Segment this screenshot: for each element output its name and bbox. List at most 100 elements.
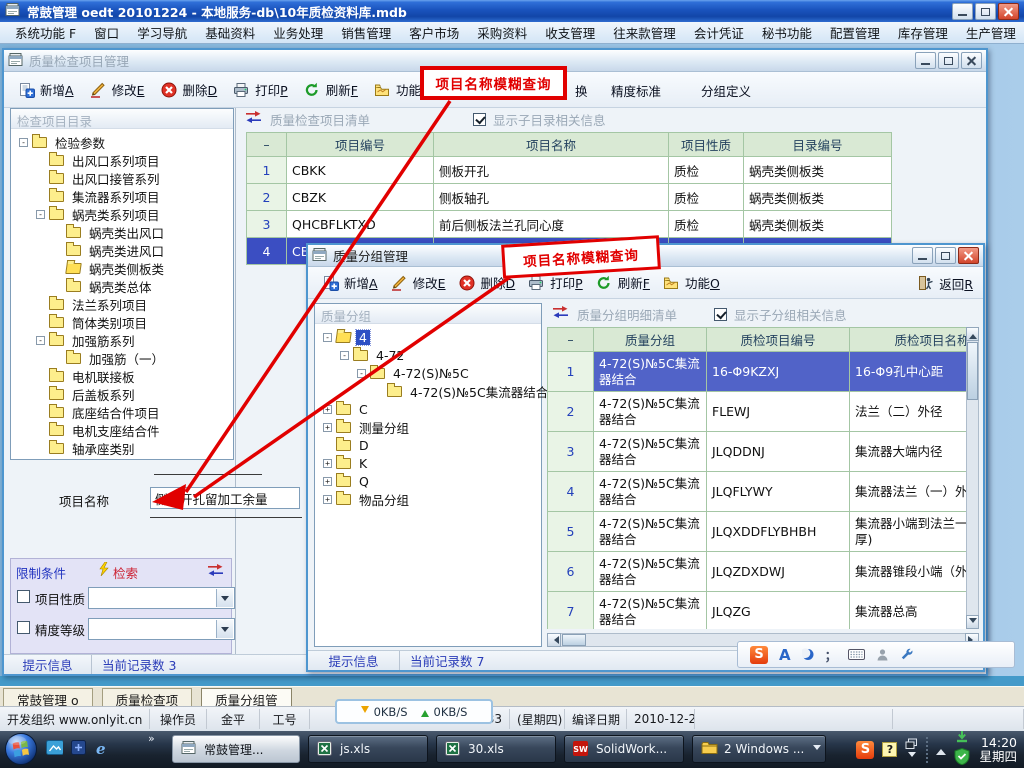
tree-item[interactable]: 轴承座类别 <box>15 439 233 457</box>
collapse-toggle[interactable]: - <box>36 210 45 219</box>
tree-item[interactable]: 4-72(S)№5C集流器结合 <box>319 382 541 400</box>
expand-toggle[interactable]: + <box>323 495 332 504</box>
column-header[interactable]: 质量分组 <box>594 328 707 352</box>
taskbar-button[interactable]: 2 Windows ... <box>692 735 826 763</box>
cell[interactable]: 4-72(S)№5C集流器结合 <box>594 472 707 512</box>
row-number-cell[interactable]: 3 <box>247 211 287 238</box>
swap-arrows-icon[interactable] <box>246 111 263 127</box>
cell[interactable]: 蜗壳类侧板类 <box>744 157 892 184</box>
cell[interactable]: JLQZDXDWJ <box>707 552 850 592</box>
win2-close-button[interactable] <box>958 247 979 264</box>
tree-item[interactable]: 加强筋（一） <box>15 349 233 367</box>
tree-item[interactable]: +Q <box>319 472 541 490</box>
collapse-toggle[interactable]: - <box>19 138 28 147</box>
column-header[interactable]: 项目名称 <box>434 133 669 157</box>
toolbar-refresh-button[interactable]: 刷新F <box>596 273 650 292</box>
tab-1[interactable]: 换 <box>575 81 588 100</box>
ime-sogou-icon[interactable]: S <box>750 646 768 664</box>
ie-icon[interactable]: e <box>96 740 113 756</box>
cell[interactable]: 质检 <box>669 184 744 211</box>
ime-keyboard-icon[interactable] <box>848 649 865 660</box>
column-header[interactable]: – <box>247 133 287 157</box>
minimize-button[interactable] <box>952 3 973 20</box>
cell[interactable]: 集流器总高 <box>850 592 967 630</box>
cell[interactable]: CBZK <box>287 184 434 211</box>
ime-wrench-icon[interactable] <box>900 648 913 661</box>
win2-title-bar[interactable]: 质量分组管理 <box>308 245 983 267</box>
tree-item[interactable]: 后盖板系列 <box>15 385 233 403</box>
dropdown-arrow[interactable] <box>216 620 233 638</box>
column-header[interactable]: 目录编号 <box>744 133 892 157</box>
swap-arrows-icon[interactable] <box>208 564 225 580</box>
toolbar-edit-button[interactable]: 修改E <box>90 80 145 99</box>
filter-dropdown[interactable] <box>88 587 235 609</box>
row-number-cell[interactable]: 3 <box>548 432 594 472</box>
cell[interactable]: 蜗壳类侧板类 <box>744 184 892 211</box>
tree-item[interactable]: +物品分组 <box>319 490 541 508</box>
menu-item[interactable]: 客户市场 <box>400 21 468 44</box>
update-icon[interactable] <box>956 731 968 746</box>
toolbar-del-button[interactable]: 删除D <box>459 273 516 292</box>
tree-item[interactable]: -4 <box>319 328 541 346</box>
toolbar-add-button[interactable]: 新增A <box>322 273 378 292</box>
filter-dropdown[interactable] <box>88 618 235 640</box>
toolbar-del-button[interactable]: 删除D <box>161 80 218 99</box>
toolbar-func-button[interactable]: 功能O <box>663 273 720 292</box>
tree-item[interactable]: -蜗壳类系列项目 <box>15 205 233 223</box>
return-button[interactable]: 返回R <box>918 267 973 299</box>
cell[interactable]: 前后侧板法兰孔同心度 <box>434 211 669 238</box>
tree-item[interactable]: 法兰系列项目 <box>15 295 233 313</box>
window-tab-3[interactable]: 质量分组管 <box>201 688 292 706</box>
collapse-toggle[interactable]: - <box>340 351 349 360</box>
tree-item[interactable]: -加强筋系列 <box>15 331 233 349</box>
window-tab-2[interactable]: 质量检查项 <box>102 688 193 706</box>
tree-item[interactable]: +K <box>319 454 541 472</box>
quick-launch-icon[interactable] <box>46 740 63 756</box>
table-row[interactable]: 1CBKK侧板开孔质检蜗壳类侧板类 <box>247 157 892 184</box>
antivirus-shield-icon[interactable] <box>954 748 970 768</box>
cell[interactable]: FLEWJ <box>707 392 850 432</box>
table-row[interactable]: 44-72(S)№5C集流器结合JLQFLYWY集流器法兰（一）外圆 <box>548 472 967 512</box>
taskbar-button[interactable]: SWSolidWork... <box>564 735 684 763</box>
quick-launch-overflow[interactable]: » <box>148 732 155 745</box>
row-number-cell[interactable]: 2 <box>247 184 287 211</box>
menu-item[interactable]: 学习导航 <box>128 21 196 44</box>
filter-checkbox[interactable] <box>17 590 30 603</box>
tree-item[interactable]: +测量分组 <box>319 418 541 436</box>
toolbar-refresh-button[interactable]: 刷新F <box>304 80 358 99</box>
cell[interactable]: 质检 <box>669 157 744 184</box>
cell[interactable]: JLQZG <box>707 592 850 630</box>
expand-toggle[interactable]: + <box>323 477 332 486</box>
show-hidden-icons-arrow[interactable] <box>936 744 946 755</box>
cell[interactable]: JLQDDNJ <box>707 432 850 472</box>
row-number-cell[interactable]: 4 <box>548 472 594 512</box>
win2-restore-button[interactable] <box>935 247 956 264</box>
cell[interactable]: 集流器法兰（一）外圆 <box>850 472 967 512</box>
sogou-tray-icon[interactable]: S <box>856 741 874 759</box>
ime-letterA-icon[interactable]: A <box>779 646 791 664</box>
cell[interactable]: JLQXDDFLYBHBH <box>707 512 850 552</box>
taskbar-button[interactable]: 30.xls <box>436 735 556 763</box>
cell[interactable]: 集流器大端内径 <box>850 432 967 472</box>
tree-item[interactable]: 电机支座结合件 <box>15 421 233 439</box>
quick-launch-icon[interactable] <box>71 740 88 756</box>
menu-item[interactable]: 生产管理 <box>957 21 1024 44</box>
toolbar-func-button[interactable]: 功能O <box>374 80 431 99</box>
tree-item[interactable]: -检验参数 <box>15 133 233 151</box>
menu-item[interactable]: 配置管理 <box>821 21 889 44</box>
table-row[interactable]: 3QHCBFLKTXD前后侧板法兰孔同心度质检蜗壳类侧板类 <box>247 211 892 238</box>
table-row[interactable]: 24-72(S)№5C集流器结合FLEWJ法兰（二）外径 <box>548 392 967 432</box>
cell[interactable]: 4-72(S)№5C集流器结合 <box>594 352 707 392</box>
column-header[interactable]: 项目编号 <box>287 133 434 157</box>
column-header[interactable]: 质检项目编号 <box>707 328 850 352</box>
tab-2[interactable]: 精度标准 <box>611 81 661 100</box>
collapse-toggle[interactable]: - <box>36 336 45 345</box>
tree-item[interactable]: +C <box>319 400 541 418</box>
column-header[interactable]: – <box>548 328 594 352</box>
cell[interactable]: JLQFLYWY <box>707 472 850 512</box>
table-row[interactable]: 14-72(S)№5C集流器结合16-Φ9KZXJ16-Φ9孔中心距 <box>548 352 967 392</box>
tray-dropdown-icon[interactable] <box>908 752 916 761</box>
table-row[interactable]: 2CBZK侧板轴孔质检蜗壳类侧板类 <box>247 184 892 211</box>
tree-item[interactable]: -4-72 <box>319 346 541 364</box>
tree-item[interactable]: 筒体类别项目 <box>15 313 233 331</box>
